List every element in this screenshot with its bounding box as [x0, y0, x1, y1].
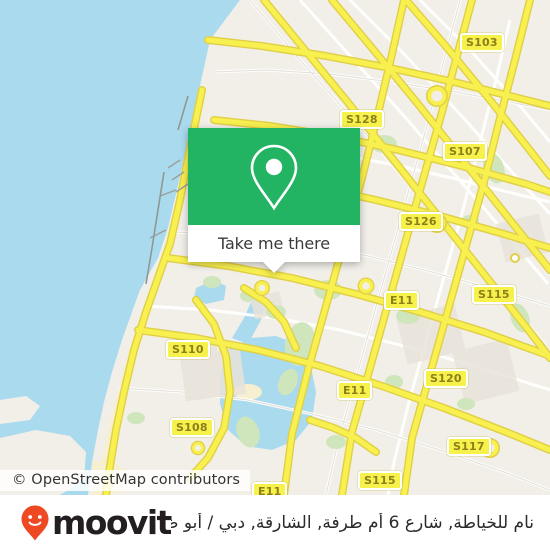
callout-button-label: Take me there: [217, 234, 331, 253]
road-shield: S115: [358, 471, 402, 490]
road-shield: S110: [166, 340, 210, 359]
map-pin-icon: [250, 144, 298, 210]
road-shield: S120: [424, 369, 468, 388]
callout-pointer: [263, 262, 285, 273]
road-shield: S126: [399, 212, 443, 231]
moovit-wordmark: moovit: [52, 503, 172, 542]
place-title: نام للخياطة, شارع 6 أم طرفة, الشارقة, دب…: [171, 512, 534, 533]
road-shield: S108: [170, 418, 214, 437]
moovit-brand[interactable]: moovit: [0, 503, 172, 542]
take-me-there-callout[interactable]: Take me there: [188, 128, 360, 273]
road-shield: E11: [384, 291, 420, 310]
callout-button[interactable]: Take me there: [188, 225, 360, 273]
road-shield: S117: [447, 437, 491, 456]
road-shield: S115: [472, 285, 516, 304]
road-shield: S128: [340, 110, 384, 129]
moovit-pin-smiley-icon: [21, 505, 49, 540]
land-island-sw: [0, 430, 86, 495]
callout-image-area: [188, 128, 360, 225]
road-shield: E11: [337, 381, 373, 400]
footer-bar: moovit نام للخياطة, شارع 6 أم طرفة, الشا…: [0, 495, 550, 550]
road-shield: S107: [443, 142, 487, 161]
road-shield: S103: [460, 33, 504, 52]
road-shield: E11: [252, 482, 288, 495]
moovit-map-screen: S103 S128 S107 S126 E11 S115 S110 E11 S1…: [0, 0, 550, 550]
